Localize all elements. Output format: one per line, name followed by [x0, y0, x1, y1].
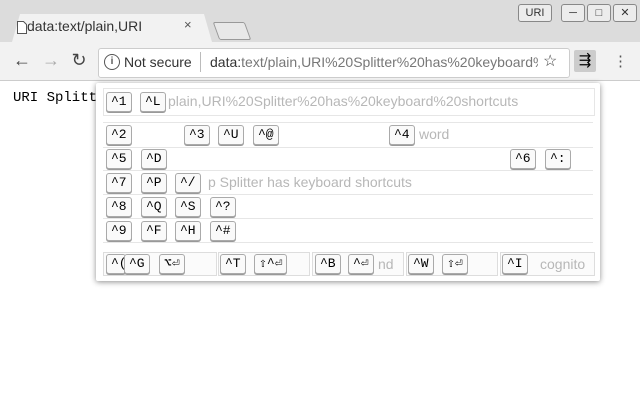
- menu-icon[interactable]: ⋮: [613, 52, 628, 70]
- shortcut-key-S: ^S: [175, 197, 201, 217]
- shortcut-key-Q: ^Q: [141, 197, 167, 217]
- shortcut-key-7: ^7: [106, 173, 132, 193]
- shortcut-key-4: ^4: [389, 125, 415, 145]
- shortcut-key-shift-enter: ⇧⏎: [442, 254, 468, 274]
- shortcut-key-8: ^8: [106, 197, 132, 217]
- popup-row-2: [103, 122, 593, 148]
- profile-badge[interactable]: URI: [518, 4, 552, 22]
- shortcut-key-2: ^2: [106, 125, 132, 145]
- shortcut-key-slash: ^/: [175, 173, 201, 193]
- bottom-ghost-text-1: nd: [378, 256, 394, 272]
- url-scheme: data:: [210, 54, 242, 70]
- shortcut-key-P: ^P: [141, 173, 167, 193]
- url-text[interactable]: data:text/plain,URI%20Splitter%20has%20k…: [210, 54, 538, 70]
- shortcut-key-6: ^6: [510, 149, 536, 169]
- shortcut-key-U: ^U: [218, 125, 244, 145]
- shortcut-key-T: ^T: [220, 254, 246, 274]
- shortcut-key-colon: ^:: [545, 149, 571, 169]
- shortcut-key-0: ^(: [106, 254, 126, 274]
- shortcut-key-I: ^I: [502, 254, 528, 274]
- url-rest: text/plain,URI%20Splitter%20has%20keyboa…: [241, 54, 538, 70]
- minimize-button[interactable]: ─: [561, 4, 585, 22]
- maximize-button[interactable]: □: [587, 4, 611, 22]
- back-button[interactable]: ←: [11, 50, 33, 71]
- shortcut-key-D: ^D: [141, 149, 167, 169]
- omnibox-divider: [200, 52, 201, 72]
- close-window-button[interactable]: ✕: [613, 4, 637, 22]
- shortcut-key-at: ^@: [253, 125, 279, 145]
- shortcut-key-alt-enter: ⌥⏎: [159, 254, 185, 274]
- forward-button[interactable]: →: [40, 50, 62, 71]
- shortcut-key-3: ^3: [184, 125, 210, 145]
- row1-ghost-text: plain,URI%20Splitter%20has%20keyboard%20…: [168, 93, 519, 109]
- shortcut-key-hash: ^#: [210, 221, 236, 241]
- document-icon: [17, 21, 27, 34]
- shortcut-key-G: ^G: [124, 254, 150, 274]
- shortcut-key-question: ^?: [210, 197, 236, 217]
- shortcut-key-L: ^L: [140, 92, 166, 112]
- shortcut-key-1: ^1: [106, 92, 132, 112]
- shortcut-key-B: ^B: [315, 254, 341, 274]
- shortcut-key-shift-ctrl-enter: ⇧^⏎: [254, 254, 288, 274]
- row2-ghost-text: word: [419, 126, 450, 142]
- bookmark-star-icon[interactable]: ☆: [543, 51, 557, 71]
- shortcut-key-ctrl-enter: ^⏎: [348, 254, 374, 274]
- reload-button[interactable]: ↻: [68, 50, 90, 71]
- row4-ghost-text: p Splitter has keyboard shortcuts: [208, 174, 412, 190]
- shortcut-key-F: ^F: [141, 221, 167, 241]
- tab-close-icon[interactable]: ×: [184, 18, 192, 32]
- extension-icon[interactable]: ⇶: [574, 50, 596, 72]
- bottom-ghost-text-2: cognito: [540, 256, 586, 272]
- shortcut-key-H: ^H: [175, 221, 201, 241]
- security-status[interactable]: Not secure: [124, 54, 192, 70]
- new-tab-button[interactable]: [212, 22, 252, 40]
- info-icon[interactable]: i: [104, 54, 120, 70]
- shortcut-key-5: ^5: [106, 149, 132, 169]
- tab-title: data:text/plain,URI: [27, 18, 143, 34]
- shortcut-key-W: ^W: [408, 254, 434, 274]
- shortcut-key-9: ^9: [106, 221, 132, 241]
